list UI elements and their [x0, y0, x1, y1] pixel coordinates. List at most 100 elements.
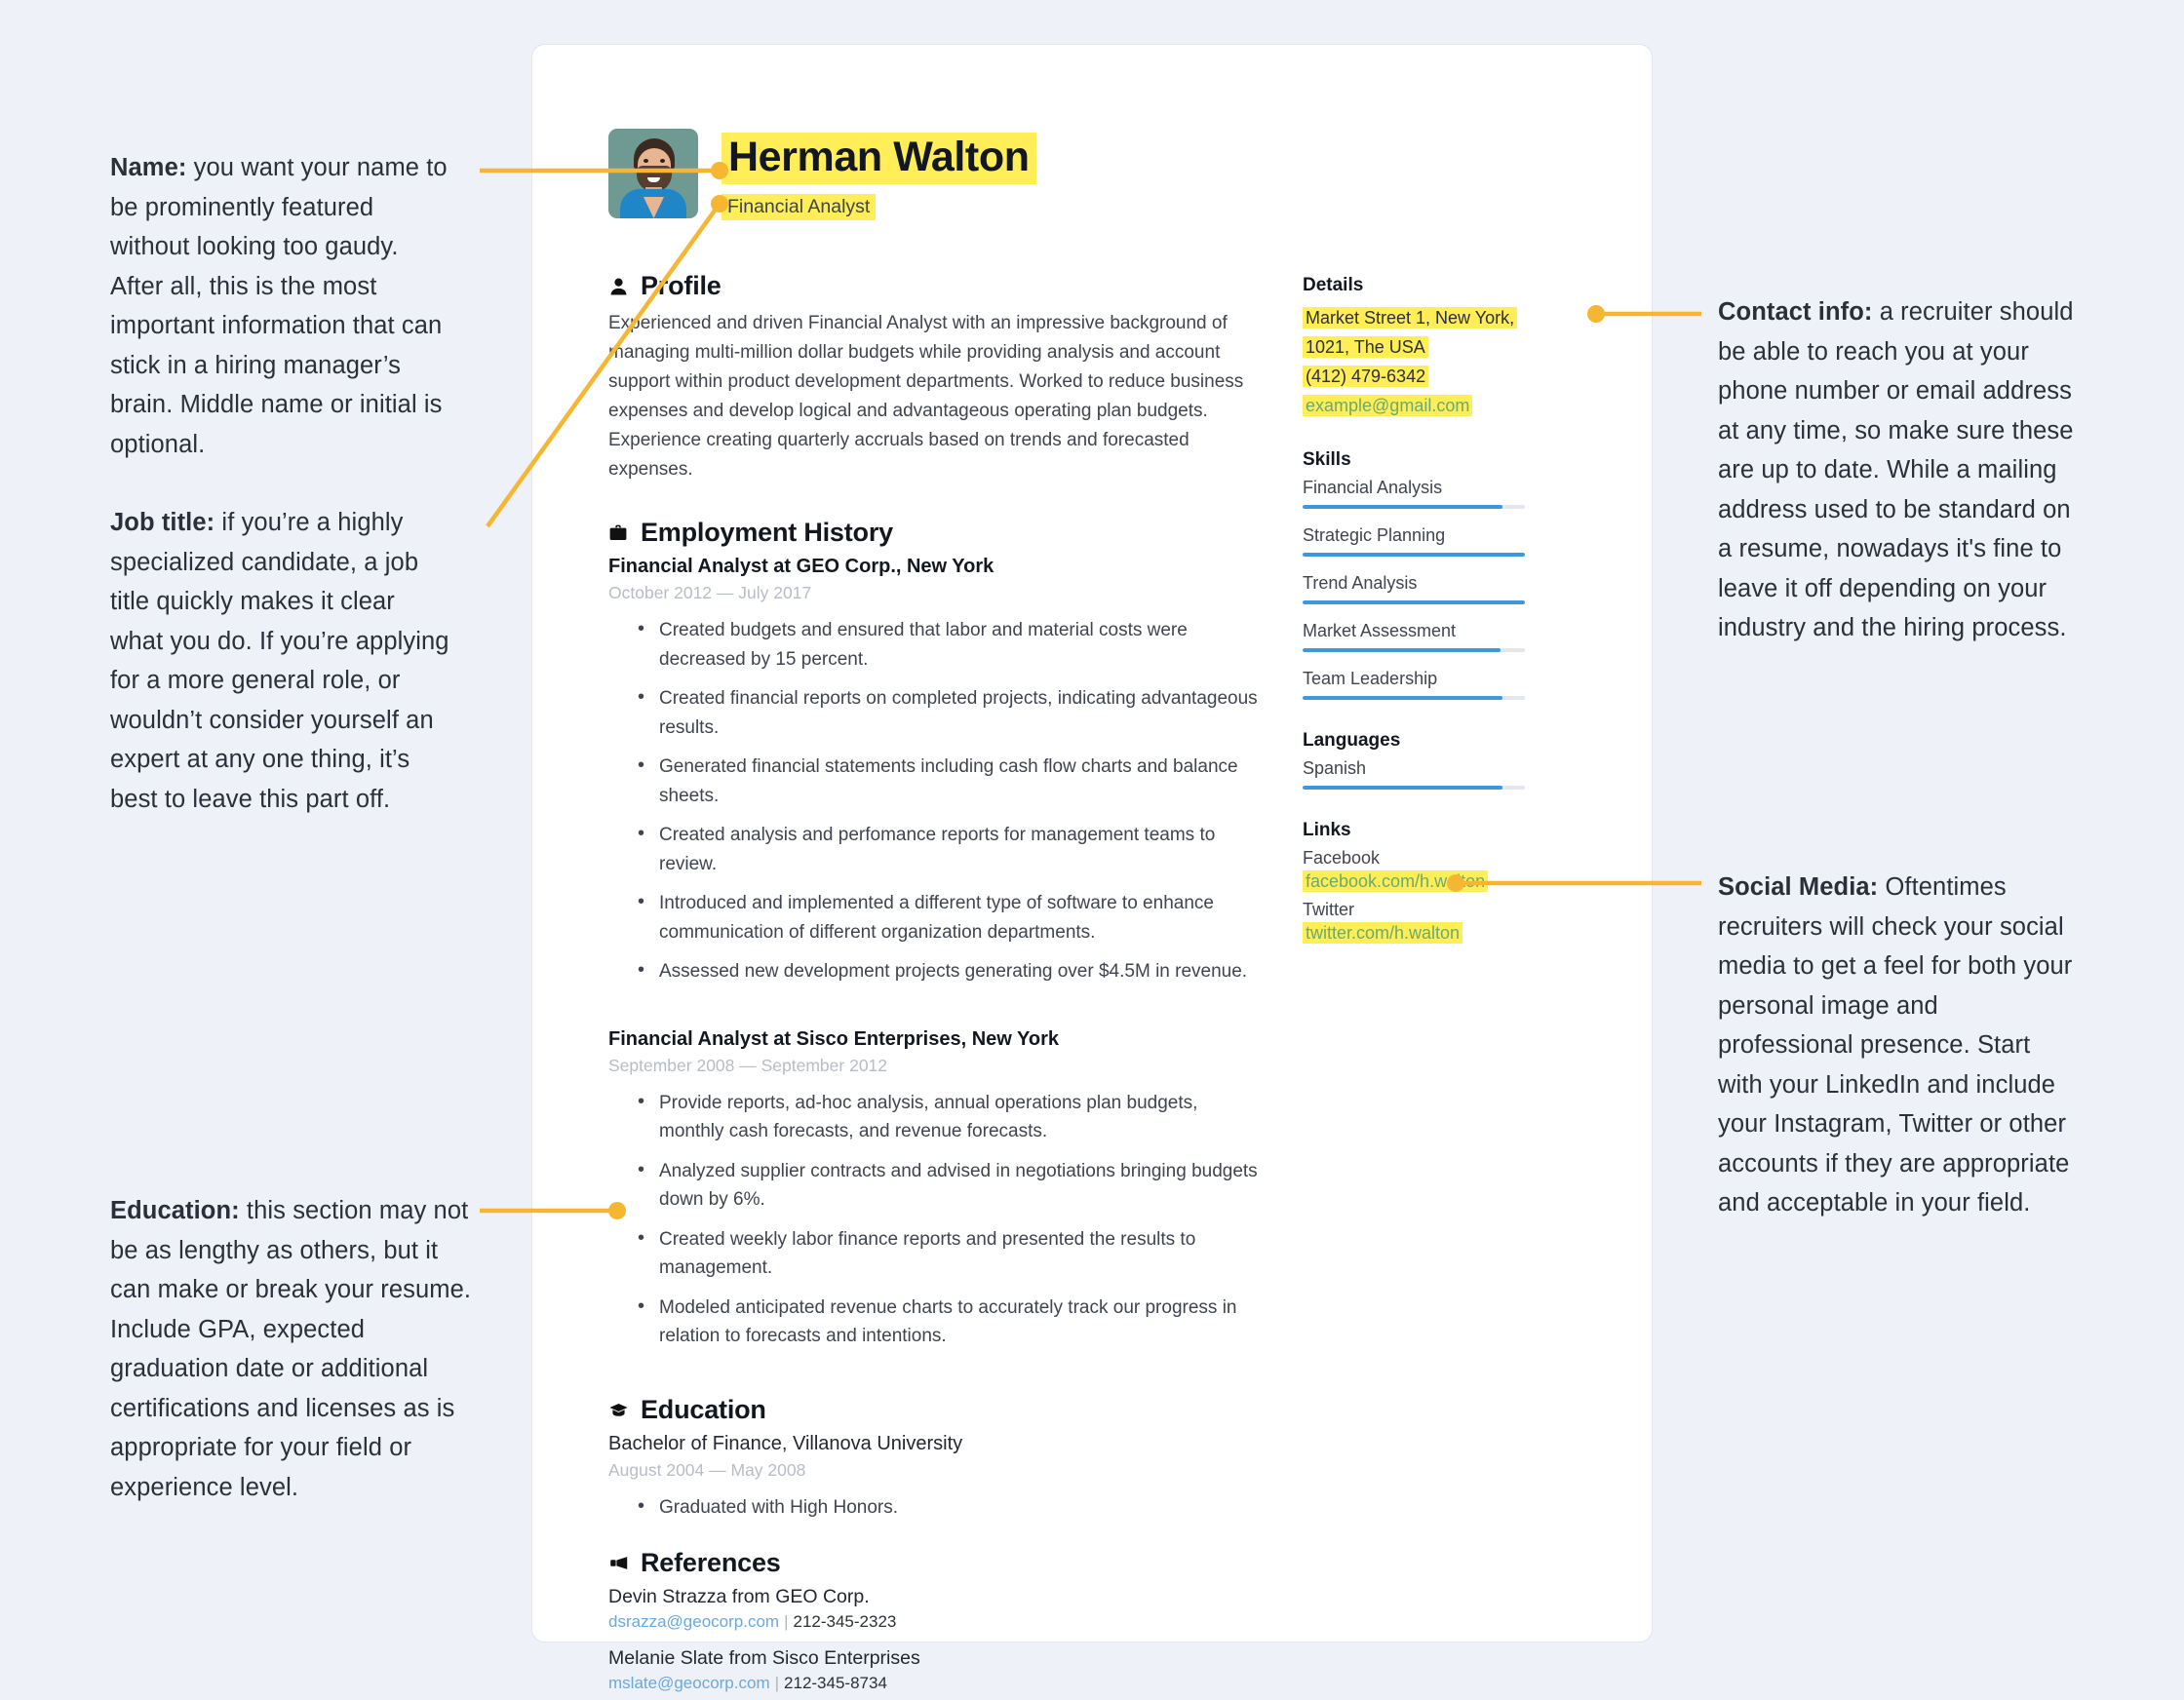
employment-dates: September 2008 — September 2012 — [608, 1055, 888, 1075]
annotation-contact-info-body: a recruiter should be able to reach you … — [1718, 298, 2074, 641]
sidebar-title-languages: Languages — [1303, 730, 1401, 751]
annotation-job-title-lead: Job title: — [110, 509, 215, 536]
list-item: Created financial reports on completed p… — [638, 683, 1264, 742]
separator: | — [784, 1612, 789, 1631]
skill-label: Strategic Planning — [1303, 525, 1446, 545]
separator: | — [774, 1674, 780, 1692]
resume-sidebar: Details Market Street 1, New York, 1021,… — [1303, 271, 1525, 1693]
skill-label: Financial Analysis — [1303, 478, 1443, 497]
skill-label: Team Leadership — [1303, 669, 1438, 688]
link-url-twitter[interactable]: twitter.com/h.walton — [1303, 922, 1525, 944]
skill-item: Trend Analysis — [1303, 573, 1525, 604]
sidebar-title-links: Links — [1303, 820, 1351, 840]
skill-fill — [1303, 648, 1501, 652]
details-email[interactable]: example@gmail.com — [1303, 395, 1473, 416]
employment-heading: Financial Analyst at Sisco Enterprises, … — [608, 1027, 1060, 1050]
employment-dates: October 2012 — July 2017 — [608, 583, 812, 602]
details-address-line2: 1021, The USA — [1303, 336, 1428, 358]
link-url-facebook[interactable]: facebook.com/h.walton — [1303, 870, 1525, 892]
list-item: Analyzed supplier contracts and advised … — [638, 1156, 1264, 1215]
details-phone: (412) 479-6342 — [1303, 366, 1429, 387]
education-degree: Bachelor of Finance, Villanova Universit… — [608, 1432, 963, 1454]
section-title-employment: Employment History — [641, 518, 893, 547]
details-address-line1: Market Street 1, New York, — [1303, 307, 1518, 328]
section-header-employment: Employment History — [608, 518, 1264, 548]
education-dates: August 2004 — May 2008 — [608, 1459, 806, 1480]
briefcase-icon — [608, 522, 628, 544]
resume-main-column: Profile Experienced and driven Financial… — [608, 271, 1264, 1693]
sidebar-title-skills: Skills — [1303, 449, 1351, 470]
reference-name: Melanie Slate from Sisco Enterprises — [608, 1647, 920, 1669]
list-item: Introduced and implemented a different t… — [638, 888, 1264, 947]
section-title-education: Education — [641, 1394, 766, 1424]
annotation-education-lead: Education: — [110, 1197, 240, 1224]
list-item: Graduated with High Honors. — [638, 1492, 1264, 1523]
annotation-contact-info-lead: Contact info: — [1718, 298, 1873, 326]
language-item: Spanish — [1303, 758, 1525, 790]
candidate-name: Herman Walton — [722, 133, 1036, 184]
skill-label: Trend Analysis — [1303, 573, 1418, 593]
resume-header: Herman Walton Financial Analyst — [608, 129, 1576, 220]
list-item: Modeled anticipated revenue charts to ac… — [638, 1293, 1264, 1351]
list-item: Provide reports, ad-hoc analysis, annual… — [638, 1088, 1264, 1146]
annotation-name: Name: you want your name to be prominent… — [110, 148, 453, 464]
section-title-profile: Profile — [641, 271, 722, 300]
list-item: Created budgets and ensured that labor a… — [638, 615, 1264, 674]
annotation-education-body: this section may not be as lengthy as ot… — [110, 1197, 472, 1501]
profile-text: Experienced and driven Financial Analyst… — [608, 313, 1244, 480]
skill-track — [1303, 505, 1525, 509]
list-item: Assessed new development projects genera… — [638, 956, 1264, 986]
sidebar-title-details: Details — [1303, 275, 1364, 295]
reference-email[interactable]: mslate@geocorp.com — [608, 1674, 770, 1692]
annotation-education: Education: this section may not be as le… — [110, 1191, 473, 1507]
skill-item: Financial Analysis — [1303, 478, 1525, 509]
language-label: Spanish — [1303, 758, 1367, 778]
section-title-references: References — [641, 1548, 781, 1577]
skill-label: Market Assessment — [1303, 621, 1457, 640]
education-bullets: Graduated with High Honors. — [638, 1492, 1264, 1523]
avatar — [608, 129, 698, 218]
annotation-social-media-lead: Social Media: — [1718, 873, 1879, 901]
annotation-job-title-body: if you’re a highly specialized candidate… — [110, 509, 449, 813]
skill-fill — [1303, 505, 1503, 509]
reference-email[interactable]: dsrazza@geocorp.com — [608, 1612, 779, 1631]
skill-fill — [1303, 553, 1525, 557]
employment-bullets: Created budgets and ensured that labor a… — [638, 615, 1264, 986]
list-item: Generated financial statements including… — [638, 752, 1264, 810]
annotation-job-title: Job title: if you’re a highly specialize… — [110, 503, 451, 819]
infographic-stage: Name: you want your name to be prominent… — [0, 0, 2184, 1700]
reference-entry: Melanie Slate from Sisco Enterprises msl… — [608, 1647, 1264, 1693]
details-address: Market Street 1, New York, — [1303, 303, 1525, 332]
employment-entry: Financial Analyst at GEO Corp., New York… — [608, 556, 1264, 986]
skill-track — [1303, 600, 1525, 604]
employment-entry: Financial Analyst at Sisco Enterprises, … — [608, 1028, 1264, 1351]
megaphone-icon — [608, 1553, 628, 1574]
skill-item: Market Assessment — [1303, 621, 1525, 652]
section-header-profile: Profile — [608, 271, 1264, 301]
annotation-name-lead: Name: — [110, 154, 187, 181]
employment-heading: Financial Analyst at GEO Corp., New York — [608, 556, 994, 577]
graduation-cap-icon — [608, 1399, 628, 1420]
skill-fill — [1303, 600, 1525, 604]
annotation-name-body: you want your name to be prominently fea… — [110, 154, 448, 458]
skill-item: Team Leadership — [1303, 669, 1525, 700]
annotation-contact-info: Contact info: a recruiter should be able… — [1718, 292, 2079, 648]
language-track — [1303, 786, 1525, 790]
list-item: Created analysis and perfomance reports … — [638, 820, 1264, 878]
annotation-social-media-body: Oftentimes recruiters will check your so… — [1718, 873, 2073, 1217]
language-fill — [1303, 786, 1503, 790]
skill-item: Strategic Planning — [1303, 525, 1525, 557]
link-label-twitter: Twitter — [1303, 900, 1355, 919]
skill-track — [1303, 648, 1525, 652]
candidate-job-title: Financial Analyst — [722, 194, 877, 220]
reference-entry: Devin Strazza from GEO Corp. dsrazza@geo… — [608, 1586, 1264, 1632]
section-header-education: Education — [608, 1395, 1264, 1425]
reference-phone: 212-345-8734 — [784, 1674, 887, 1692]
reference-phone: 212-345-2323 — [793, 1612, 897, 1631]
link-label-facebook: Facebook — [1303, 848, 1381, 868]
employment-bullets: Provide reports, ad-hoc analysis, annual… — [638, 1088, 1264, 1351]
skill-fill — [1303, 696, 1503, 700]
person-icon — [608, 276, 628, 297]
resume-card: Herman Walton Financial Analyst Profile … — [531, 44, 1653, 1692]
annotation-social-media: Social Media: Oftentimes recruiters will… — [1718, 868, 2077, 1223]
